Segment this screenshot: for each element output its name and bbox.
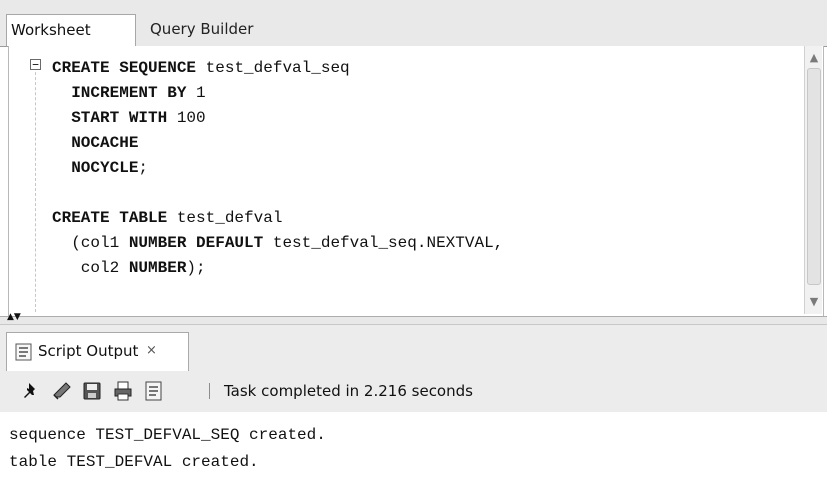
script-file-icon[interactable] bbox=[144, 381, 164, 401]
splitter-arrows-icon[interactable]: ▲▼ bbox=[7, 313, 21, 322]
code-line: CREATE SEQUENCE test_defval_seq bbox=[52, 56, 503, 81]
tab-worksheet[interactable]: Worksheet bbox=[6, 14, 136, 46]
toolbar-separator bbox=[209, 383, 210, 399]
scroll-up-arrow-icon[interactable]: ▲ bbox=[808, 52, 820, 64]
output-tab-bar: Script Output × bbox=[0, 325, 827, 371]
code-line: col2 NUMBER); bbox=[52, 256, 503, 281]
script-output-icon bbox=[15, 343, 32, 361]
fold-collapse-icon[interactable]: − bbox=[30, 59, 41, 70]
code-line: CREATE TABLE test_defval bbox=[52, 206, 503, 231]
script-output-panel[interactable]: sequence TEST_DEFVAL_SEQ created. table … bbox=[0, 412, 827, 488]
pane-splitter[interactable]: ▲▼ bbox=[0, 313, 827, 325]
sql-token: (col1 bbox=[52, 234, 129, 252]
scrollbar-thumb[interactable] bbox=[807, 68, 821, 285]
sql-token: ); bbox=[186, 259, 206, 277]
sql-token: col2 bbox=[52, 259, 129, 277]
sql-editor[interactable]: − CREATE SEQUENCE test_defval_seq INCREM… bbox=[8, 46, 824, 316]
scroll-down-arrow-icon[interactable]: ▼ bbox=[808, 296, 820, 308]
sql-token: 100 bbox=[167, 109, 206, 127]
sql-developer-window: Worksheet Query Builder − CREATE SEQUENC… bbox=[0, 0, 827, 488]
sql-token: test_defval bbox=[167, 209, 283, 227]
tab-script-output-label: Script Output bbox=[38, 342, 139, 360]
sql-keyword: NOCACHE bbox=[52, 134, 139, 152]
save-icon[interactable] bbox=[82, 381, 102, 401]
output-line: sequence TEST_DEFVAL_SEQ created. bbox=[9, 426, 326, 444]
worksheet-tab-bar: Worksheet Query Builder bbox=[0, 0, 827, 47]
tab-worksheet-label: Worksheet bbox=[11, 21, 91, 39]
tab-query-builder-label: Query Builder bbox=[150, 20, 254, 38]
sql-keyword: CREATE TABLE bbox=[52, 209, 168, 227]
code-line: START WITH 100 bbox=[52, 106, 503, 131]
pin-icon[interactable] bbox=[21, 381, 41, 401]
sql-token: test_defval_seq bbox=[196, 59, 350, 77]
output-text: sequence TEST_DEFVAL_SEQ created. table … bbox=[9, 422, 326, 476]
editor-vertical-scrollbar[interactable]: ▲ ▼ bbox=[804, 46, 822, 314]
task-status-text: Task completed in 2.216 seconds bbox=[224, 382, 473, 400]
print-icon[interactable] bbox=[113, 381, 133, 401]
sql-keyword: NOCYCLE bbox=[52, 159, 139, 177]
sql-keyword: NUMBER DEFAULT bbox=[128, 234, 264, 252]
code-line: (col1 NUMBER DEFAULT test_defval_seq.NEX… bbox=[52, 231, 503, 256]
code-line: NOCYCLE; bbox=[52, 156, 503, 181]
sql-keyword: NUMBER bbox=[128, 259, 187, 277]
code-area[interactable]: CREATE SEQUENCE test_defval_seq INCREMEN… bbox=[52, 56, 503, 281]
eraser-icon[interactable] bbox=[52, 381, 72, 401]
tab-query-builder[interactable]: Query Builder bbox=[146, 14, 296, 46]
code-line: INCREMENT BY 1 bbox=[52, 81, 503, 106]
output-toolbar: Task completed in 2.216 seconds bbox=[0, 371, 827, 413]
sql-keyword: CREATE SEQUENCE bbox=[52, 59, 197, 77]
sql-keyword: INCREMENT BY bbox=[52, 84, 187, 102]
code-line: NOCACHE bbox=[52, 131, 503, 156]
output-line: table TEST_DEFVAL created. bbox=[9, 453, 259, 471]
sql-token: test_defval_seq.NEXTVAL, bbox=[263, 234, 504, 252]
sql-token: 1 bbox=[186, 84, 206, 102]
sql-token: ; bbox=[138, 159, 149, 177]
close-icon[interactable]: × bbox=[146, 333, 157, 368]
fold-guide bbox=[35, 62, 36, 312]
tab-script-output[interactable]: Script Output × bbox=[6, 332, 189, 371]
sql-keyword: START WITH bbox=[52, 109, 168, 127]
